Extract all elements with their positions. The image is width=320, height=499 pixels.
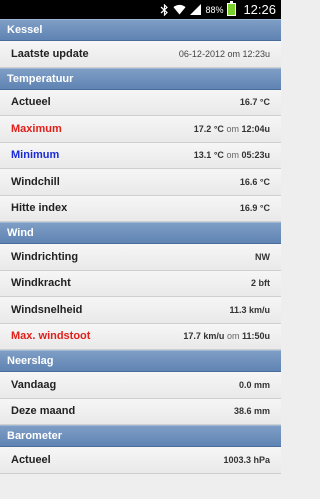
row-max-windstoot: Max. windstoot 17.7 km/u om 11:50u [0, 323, 281, 350]
section-header-barometer: Barometer [0, 425, 281, 447]
signal-icon [190, 4, 202, 15]
battery-percent: 88% [205, 4, 224, 15]
row-value: 38.6 mm [233, 406, 270, 417]
row-label: Max. windstoot [11, 330, 91, 343]
row-label: Hitte index [11, 202, 68, 215]
row-label: Windkracht [11, 277, 71, 290]
status-bar: 88% 12:26 [0, 0, 281, 19]
row-temp-maximum: Maximum 17.2 °C om 12:04u [0, 116, 281, 143]
row-value: 17.2 °C om 12:04u [194, 124, 270, 134]
row-windkracht: Windkracht 2 bft [0, 270, 281, 297]
min-temp-sep: om [226, 150, 239, 161]
row-barometer-actueel: Actueel 1003.3 hPa [0, 447, 281, 474]
section-header-neerslag: Neerslag [0, 350, 281, 372]
section-header-wind: Wind [0, 222, 281, 244]
row-label: Windrichting [11, 250, 79, 263]
max-wind-value: 17.7 km/u [183, 331, 225, 342]
row-value: 16.7 °C [239, 97, 270, 108]
row-value: 0.0 mm [238, 379, 270, 390]
bluetooth-icon [160, 3, 169, 16]
row-hitte-index: Hitte index 16.9 °C [0, 195, 281, 222]
section-header-temperatuur: Temperatuur [0, 67, 281, 90]
row-windrichting: Windrichting NW [0, 244, 281, 271]
row-label: Minimum [11, 149, 60, 162]
row-temp-minimum: Minimum 13.1 °C om 05:23u [0, 142, 281, 169]
row-label: Deze maand [11, 405, 76, 418]
row-value: 13.1 °C om 05:23u [194, 150, 270, 160]
row-label: Vandaag [11, 378, 57, 391]
max-temp-time: 12:04u [241, 123, 270, 134]
row-value: 1003.3 hPa [223, 454, 270, 465]
min-temp-value: 13.1 °C [193, 150, 224, 161]
min-temp-time: 05:23u [241, 150, 270, 161]
row-value: 16.9 °C [239, 203, 270, 214]
row-value: 17.7 km/u om 11:50u [183, 331, 270, 341]
row-label: Actueel [11, 453, 51, 466]
row-label: Windsnelheid [11, 303, 83, 316]
wifi-icon [173, 4, 186, 15]
row-label: Laatste update [11, 47, 89, 60]
row-value: 16.6 °C [239, 176, 270, 187]
row-value: 11.3 km/u [229, 304, 270, 315]
row-label: Actueel [11, 96, 51, 109]
row-windchill: Windchill 16.6 °C [0, 169, 281, 196]
row-label: Windchill [11, 175, 60, 188]
battery-icon [227, 1, 237, 16]
row-value: 2 bft [251, 278, 270, 289]
row-label: Maximum [11, 122, 62, 135]
max-wind-time: 11:50u [241, 331, 270, 342]
max-temp-value: 17.2 °C [193, 123, 224, 134]
section-header-kessel: Kessel [0, 19, 281, 41]
row-deze-maand: Deze maand 38.6 mm [0, 398, 281, 425]
row-value: 06-12-2012 om 12:23u [178, 48, 270, 59]
row-laatste-update: Laatste update 06-12-2012 om 12:23u [0, 41, 281, 68]
row-value: NW [255, 251, 270, 262]
max-temp-sep: om [226, 123, 239, 134]
row-temp-actueel: Actueel 16.7 °C [0, 89, 281, 116]
status-time: 12:26 [243, 2, 276, 17]
max-wind-sep: om [226, 331, 240, 342]
row-windsnelheid: Windsnelheid 11.3 km/u [0, 297, 281, 324]
row-vandaag: Vandaag 0.0 mm [0, 372, 281, 399]
